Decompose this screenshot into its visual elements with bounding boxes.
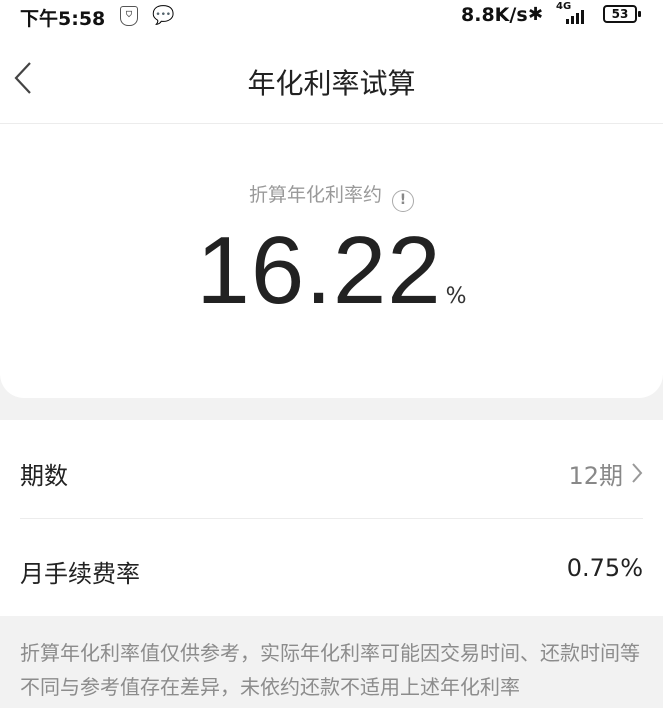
periods-value-group: 12期	[568, 456, 643, 491]
annual-rate-value: 16.22	[196, 217, 442, 324]
chevron-right-icon	[631, 462, 643, 490]
result-value-row: 16.22%	[0, 216, 663, 326]
params-panel: 期数 12期 月手续费率 0.75%	[0, 420, 663, 616]
disclaimer-text: 折算年化利率值仅供参考，实际年化利率可能因交易时间、还款时间等不同与参考值存在差…	[20, 641, 640, 699]
fee-rate-row: 月手续费率 0.75%	[20, 518, 643, 616]
network-speed: 8.8K/s	[461, 4, 528, 26]
annual-rate-unit: %	[445, 284, 467, 309]
shield-badge-icon: ⛉	[120, 6, 138, 26]
periods-label: 期数	[20, 462, 68, 490]
nav-bar: 年化利率试算	[0, 34, 663, 124]
signal-icon: 4G	[556, 2, 584, 24]
wechat-icon: 💬	[152, 5, 175, 26]
periods-value: 12期	[568, 462, 623, 490]
battery-level: 53	[611, 7, 629, 21]
fee-rate-label: 月手续费率	[20, 560, 140, 588]
bluetooth-icon: ✱	[528, 4, 544, 25]
status-bar: 下午5:58 ⛉ 💬 8.8K/s ✱ 4G 53	[0, 0, 663, 34]
info-icon[interactable]: !	[392, 190, 414, 212]
periods-row[interactable]: 期数 12期	[20, 420, 643, 519]
battery-icon: 53	[603, 5, 641, 23]
result-label-row: 折算年化利率约!	[0, 180, 663, 212]
result-card: 折算年化利率约! 16.22%	[0, 124, 663, 398]
page-title: 年化利率试算	[247, 67, 416, 100]
status-time: 下午5:58	[20, 8, 106, 30]
fee-rate-value: 0.75%	[566, 554, 643, 582]
result-label: 折算年化利率约	[248, 184, 382, 206]
